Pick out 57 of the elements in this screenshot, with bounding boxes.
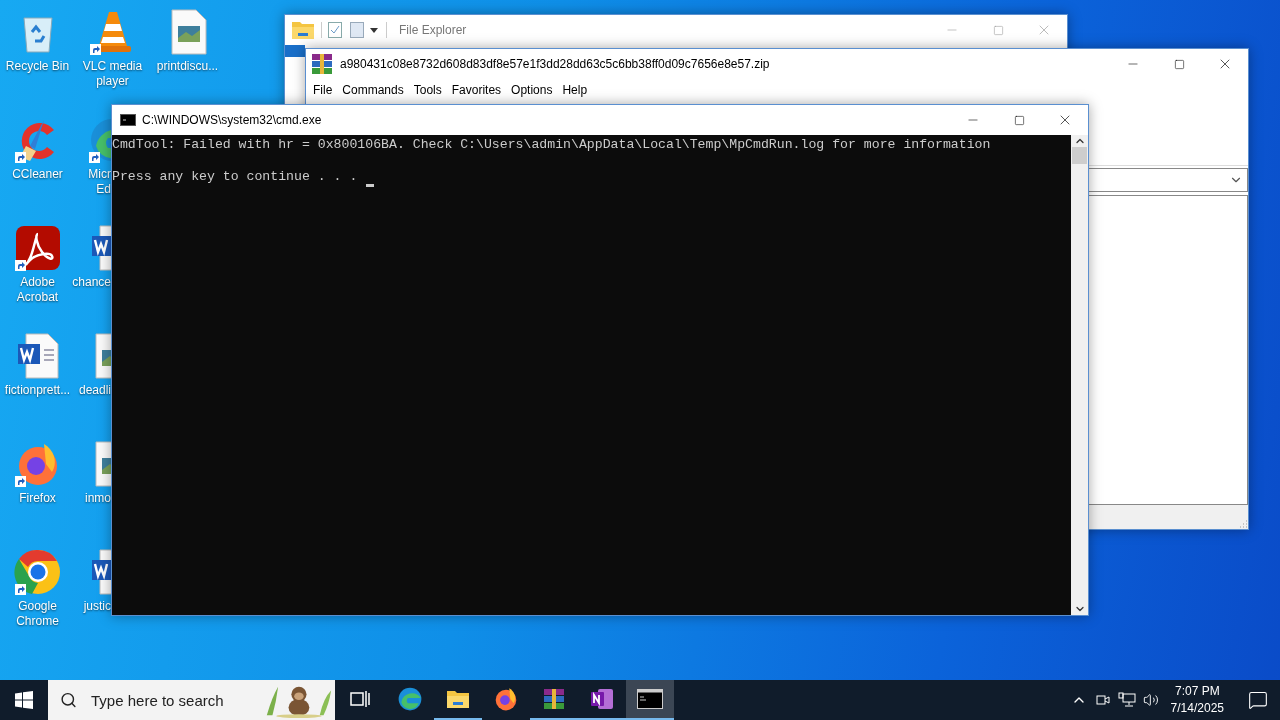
window-title: File Explorer — [399, 23, 467, 37]
camera-icon — [1094, 692, 1111, 708]
properties-icon — [328, 22, 342, 38]
icon-label: VLC media player — [82, 59, 143, 89]
terminal-icon — [120, 114, 136, 126]
icon-label: Recycle Bin — [5, 59, 70, 74]
scroll-thumb[interactable] — [1072, 147, 1087, 164]
firefox-icon — [493, 686, 519, 712]
scrollbar[interactable] — [1071, 135, 1088, 615]
volume-icon[interactable] — [1142, 692, 1159, 708]
window-title: a980431c08e8732d608d83df8e57e1f3dd28dd63c5c6bb38ff0d09c7656e8e57.zip — [340, 57, 770, 71]
folder-icon — [291, 19, 315, 41]
icon-label: Adobe Acrobat — [16, 275, 59, 305]
icon-label: Micr Ed — [88, 167, 111, 197]
clock-time: 7:07 PM — [1174, 683, 1220, 700]
clock[interactable]: 7:07 PM 7/14/2025 — [1170, 683, 1224, 717]
icon-label: justic — [83, 599, 111, 614]
icon-label: Google Chrome — [16, 599, 59, 629]
icon-label: fictionprett... — [4, 383, 71, 398]
winrar-icon — [542, 687, 566, 711]
notification-icon — [1248, 690, 1268, 710]
edge-icon — [397, 686, 423, 712]
icon-label: printdiscu... — [156, 59, 219, 74]
maximize-icon — [992, 24, 1004, 36]
dropdown-caret-icon — [368, 25, 380, 35]
search-box[interactable]: Type here to search — [48, 680, 335, 720]
taskbar-app-button[interactable] — [626, 680, 674, 720]
menu-item[interactable]: Help — [557, 83, 593, 97]
search-field[interactable]: Type here to search — [89, 690, 263, 710]
maximize-icon — [1013, 114, 1025, 126]
console-text: CmdTool: Failed with hr = 0x800106BA. Check C:\Users\admin\AppData\Local\Temp\MpCmdRun.log for more information — [112, 137, 991, 153]
search-icon — [60, 691, 77, 709]
menu-item[interactable]: Commands — [337, 83, 409, 97]
folder-icon — [446, 688, 470, 710]
console-text: Press any key to continue . . . — [112, 169, 358, 185]
task-view-icon — [350, 690, 370, 708]
menu-item[interactable]: Favorites — [446, 83, 507, 97]
winrar-icon — [310, 52, 334, 76]
windows-logo-icon — [15, 691, 33, 709]
acrobat-icon[interactable] — [13, 224, 62, 272]
icon-label: CCleaner — [12, 167, 63, 182]
clock-date: 7/14/2025 — [1170, 700, 1224, 717]
menu-item[interactable]: Options — [506, 83, 558, 97]
icon-label: inmo — [85, 491, 111, 506]
chrome-icon[interactable] — [13, 548, 62, 596]
new-folder-icon — [350, 22, 364, 38]
resize-grip-icon — [1238, 519, 1248, 529]
maximize-icon — [1173, 58, 1185, 70]
onenote-icon — [590, 687, 614, 711]
terminal-icon — [637, 689, 663, 709]
icon-label: Firefox — [19, 491, 56, 506]
network-icon — [1117, 692, 1136, 708]
icon-label: chance — [72, 275, 111, 290]
window-title: C:\WINDOWS\system32\cmd.exe — [142, 113, 322, 127]
menu-item[interactable]: Tools — [408, 83, 447, 97]
menu-item[interactable]: File — [308, 83, 338, 97]
icon-label: deadli — [78, 383, 111, 398]
